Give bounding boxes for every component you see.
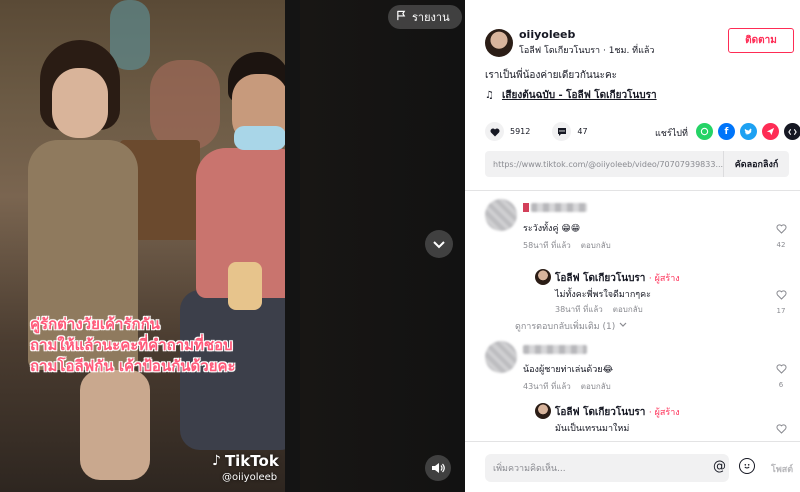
copy-link-button[interactable]: คัดลอกลิงก์ — [723, 151, 789, 177]
video-frame[interactable]: คู่รักต่างวัยเค้ารักกัน ถามให้แล้วนะคะที… — [0, 0, 285, 492]
avatar[interactable] — [485, 28, 513, 57]
facebook-icon[interactable]: f — [718, 123, 735, 140]
tiktok-logo-icon: ♪ — [212, 453, 221, 469]
post-comment-button[interactable]: โพสต์ — [771, 462, 793, 476]
next-video-button[interactable] — [425, 230, 453, 258]
emoji-icon[interactable] — [739, 458, 755, 474]
music-title[interactable]: เสียงต้นฉบับ - โอลีฟ โดเกียวโนบรา — [502, 88, 657, 103]
more-replies-label: ดูการตอบกลับเพิ่มเติม (1) — [515, 322, 616, 332]
reply-time: 38นาที ที่แล้ว — [555, 305, 603, 314]
comment-button[interactable] — [552, 122, 572, 141]
video-pane[interactable]: คู่รักต่างวัยเค้ารักกัน ถามให้แล้วนะคะที… — [0, 0, 465, 492]
heart-outline-icon — [776, 219, 787, 238]
like-button[interactable] — [485, 122, 504, 141]
comment-input[interactable]: เพิ่มความคิดเห็น... @ — [485, 454, 755, 482]
avatar[interactable] — [535, 269, 551, 285]
commenter-avatar[interactable] — [485, 199, 517, 231]
reply-link[interactable]: ตอบกลับ — [581, 241, 611, 250]
video-scene-shape — [228, 262, 262, 310]
caption-line: ถามโอลีฟกัน เค้าป้อนกันด้วยคะ — [30, 357, 236, 375]
chevron-down-icon — [432, 235, 446, 254]
heart-outline-icon — [776, 419, 787, 438]
reply-like-count: 17 — [776, 307, 786, 315]
whatsapp-icon[interactable] — [696, 123, 713, 140]
like-count: 5912 — [510, 127, 531, 136]
reply-text: มันเป็นเทรนมาใหม่ — [555, 424, 630, 434]
reply-text: ไม่ทั้งคะพี่พรใจดีมากๆคะ — [555, 290, 651, 300]
comment-placeholder: เพิ่มความคิดเห็น... — [493, 464, 566, 474]
author-header[interactable]: oiiyoleeb โอลีฟ โดเกียวโนบรา · 1ชม. ที่แ… — [485, 28, 654, 57]
tiktok-watermark: ♪ TikTok — [212, 452, 279, 470]
comment-like[interactable]: 6 — [772, 359, 790, 389]
comment-meta: 43นาที ที่แล้ว ตอบกลับ — [523, 380, 611, 393]
avatar[interactable] — [535, 403, 551, 419]
creator-badge: · ผู้สร้าง — [648, 408, 680, 418]
comment-like-count: 42 — [776, 241, 786, 249]
heart-outline-icon — [776, 359, 787, 378]
twitter-icon[interactable] — [740, 123, 757, 140]
report-button[interactable]: รายงาน — [388, 5, 462, 29]
author-info: oiiyoleeb โอลีฟ โดเกียวโนบรา · 1ชม. ที่แ… — [519, 28, 654, 57]
music-note-icon: ♫ — [485, 90, 494, 101]
comment-like[interactable]: 42 — [772, 219, 790, 249]
caption-line: ถามให้แล้วนะคะที่คำถามที่ชอบ — [30, 336, 233, 354]
comment-time: 58นาที ที่แล้ว — [523, 241, 571, 250]
sound-toggle-button[interactable] — [425, 455, 451, 481]
comment-like-count: 6 — [778, 381, 784, 389]
comment-meta: 58นาที ที่แล้ว ตอบกลับ — [523, 239, 611, 252]
video-link-url[interactable]: https://www.tiktok.com/@oiiyoleeb/video/… — [485, 160, 723, 169]
speaker-icon — [431, 459, 445, 478]
reply-link[interactable]: ตอบกลับ — [581, 382, 611, 391]
music-line[interactable]: ♫ เสียงต้นฉบับ - โอลีฟ โดเกียวโนบรา — [485, 88, 657, 103]
follow-button[interactable]: ติดตาม — [728, 28, 794, 53]
reply-like[interactable]: 2 — [772, 419, 790, 441]
reply-like[interactable]: 17 — [772, 285, 790, 315]
reply-author-name: โอลีฟ โดเกียวโนบรา — [555, 407, 646, 418]
heart-icon — [490, 122, 500, 141]
details-panel: oiiyoleeb โอลีฟ โดเกียวโนบรา · 1ชม. ที่แ… — [465, 0, 800, 492]
send-icon[interactable] — [762, 123, 779, 140]
reply-meta: 38นาที ที่แล้ว ตอบกลับ — [555, 303, 643, 316]
caption-line: คู่รักต่างวัยเค้ารักกัน — [30, 315, 160, 333]
report-label: รายงาน — [412, 11, 450, 24]
view-more-replies[interactable]: ดูการตอบกลับเพิ่มเติม (1) — [515, 319, 627, 333]
embed-icon[interactable] — [784, 123, 800, 140]
video-scene-shape — [80, 370, 150, 480]
comment-text: น้องผู้ชายท่าเล่นด้วย😂 — [523, 365, 614, 375]
comment-icon — [557, 122, 567, 141]
commenter-avatar[interactable] — [485, 341, 517, 373]
commenter-name-redacted — [523, 345, 587, 354]
share-label: แชร์ไปที่ — [655, 129, 688, 139]
author-username[interactable]: oiiyoleeb — [519, 28, 654, 41]
reply-author-name: โอลีฟ โดเกียวโนบรา — [555, 273, 646, 284]
comment-time: 43นาที ที่แล้ว — [523, 382, 571, 391]
heart-outline-icon — [776, 285, 787, 304]
creator-badge: · ผู้สร้าง — [648, 274, 680, 284]
commenter-name-redacted — [523, 203, 529, 212]
video-scene-shape — [234, 126, 285, 150]
video-scene-shape — [52, 68, 108, 138]
watermark-brand: TikTok — [224, 452, 279, 470]
commenter-name-redacted — [531, 203, 587, 212]
video-scene-shape — [150, 60, 220, 150]
chevron-down-icon — [619, 321, 627, 331]
reply-author[interactable]: โอลีฟ โดเกียวโนบรา · ผู้สร้าง — [555, 405, 680, 420]
video-caption-overlay: คู่รักต่างวัยเค้ารักกัน ถามให้แล้วนะคะที… — [30, 314, 280, 377]
mention-icon[interactable]: @ — [713, 459, 726, 474]
reply-author[interactable]: โอลีฟ โดเกียวโนบรา · ผู้สร้าง — [555, 271, 680, 286]
comment-bar: เพิ่มความคิดเห็น... @ โพสต์ — [465, 441, 800, 492]
reply-link[interactable]: ตอบกลับ — [613, 305, 643, 314]
video-scene-shape — [110, 0, 150, 70]
author-meta: โอลีฟ โดเกียวโนบรา · 1ชม. ที่แล้ว — [519, 46, 655, 56]
comment-list[interactable]: ระวังทั้งคู่ 😁😁 58นาที ที่แล้ว ตอบกลับ 42… — [465, 191, 800, 441]
video-description: เราเป็นพี่น้องค่ายเดียวกันนะคะ — [485, 70, 618, 81]
video-link-box: https://www.tiktok.com/@oiiyoleeb/video/… — [485, 151, 789, 177]
watermark-username: @oiiyoleeb — [222, 472, 278, 483]
comment-text: ระวังทั้งคู่ 😁😁 — [523, 224, 581, 234]
stats-row: 5912 47 — [485, 122, 588, 141]
comment-count: 47 — [577, 127, 588, 136]
share-icons: f — [696, 123, 800, 140]
flag-icon — [396, 10, 407, 24]
